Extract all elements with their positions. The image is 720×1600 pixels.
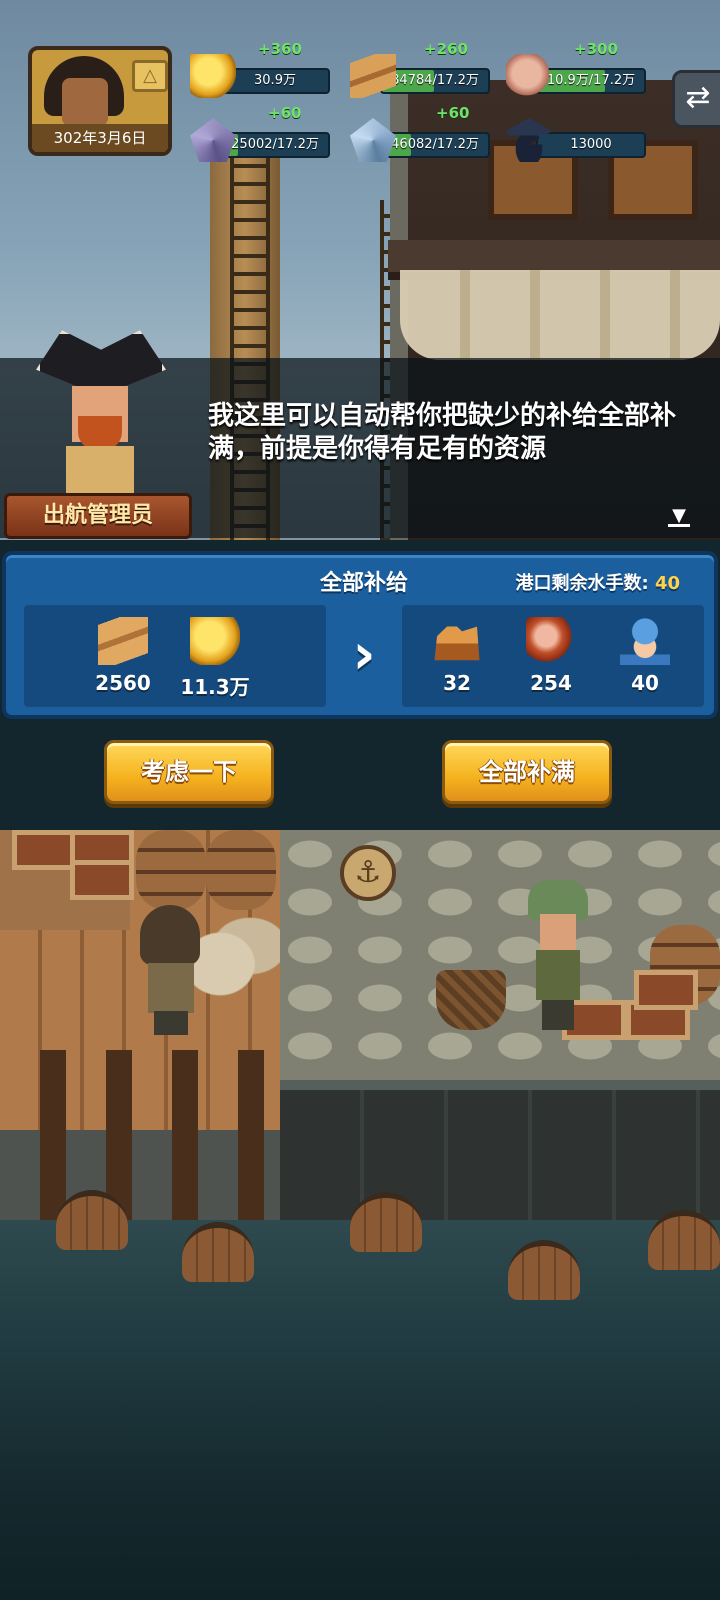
resource-value: 10.9万/17.2万 bbox=[546, 73, 636, 88]
resource-knowledge[interactable]: 13000 bbox=[506, 110, 656, 166]
sailor-count-label: 港口剩余水手数: bbox=[515, 573, 649, 594]
cost-item-wood: 2560 bbox=[78, 615, 168, 705]
coin-icon bbox=[190, 617, 240, 665]
fill-all-button[interactable]: 全部补满 bbox=[442, 740, 612, 804]
resource-coin[interactable]: +360 30.9万 bbox=[190, 40, 340, 102]
resource-value: 30.9万 bbox=[254, 73, 296, 88]
cargo-crate bbox=[70, 860, 134, 900]
resource-value: 84784/17.2万 bbox=[391, 73, 479, 88]
bearded-sailor-character[interactable] bbox=[140, 905, 210, 1035]
cargo-crate bbox=[634, 970, 698, 1010]
game-date: 302年3月6日 bbox=[32, 124, 168, 152]
fish-basket bbox=[436, 970, 506, 1030]
resource-value: 25002/17.2万 bbox=[231, 137, 319, 152]
cost-item-coin: 11.3万 bbox=[170, 615, 260, 705]
next-arrow-icon[interactable]: ▼ bbox=[668, 505, 690, 527]
resource-ice[interactable]: +60 46082/17.2万 bbox=[350, 104, 500, 166]
resource-crystal[interactable]: +60 25002/17.2万 bbox=[190, 104, 340, 166]
resource-wood[interactable]: +260 84784/17.2万 bbox=[350, 40, 500, 102]
swap-arrows-icon[interactable]: ⇄ bbox=[672, 70, 720, 128]
sailor-count-value: 40 bbox=[654, 573, 680, 594]
ham-icon bbox=[526, 617, 576, 665]
player-portrait bbox=[40, 54, 126, 130]
resource-value: 13000 bbox=[570, 137, 612, 152]
harbor-master-npc bbox=[36, 330, 176, 500]
dialog-text: 我这里可以自动帮你把缺少的补给全部补满，前提是你得有足有的资源 bbox=[208, 401, 677, 464]
gain-box: 32 254 40 bbox=[402, 605, 704, 707]
cargo-crate bbox=[12, 830, 76, 870]
cost-qty: 2560 bbox=[95, 671, 151, 695]
gain-qty: 254 bbox=[530, 671, 572, 695]
cargo-barrel bbox=[206, 830, 276, 910]
gain-item-sailor: 40 bbox=[600, 615, 690, 705]
player-avatar[interactable]: △ 302年3月6日 bbox=[28, 46, 172, 156]
wood-plank-icon bbox=[350, 54, 396, 98]
sailor-icon bbox=[620, 617, 670, 665]
resource-delta: +60 bbox=[268, 104, 302, 122]
supply-icon bbox=[434, 621, 480, 661]
resource-delta: +300 bbox=[574, 40, 618, 58]
gain-qty: 32 bbox=[443, 671, 471, 695]
cloth-awning bbox=[400, 270, 720, 360]
resource-delta: +360 bbox=[258, 40, 302, 58]
gain-qty: 40 bbox=[631, 671, 659, 695]
gain-item-supply: 32 bbox=[412, 615, 502, 705]
triangle-rank-icon[interactable]: △ bbox=[132, 60, 168, 92]
anchor-sign-icon[interactable]: ⚓ bbox=[340, 845, 396, 901]
consider-button[interactable]: 考虑一下 bbox=[104, 740, 274, 804]
supply-panel: 全部补给 港口剩余水手数: 40 2560 11.3万 › 32 254 40 bbox=[2, 551, 718, 719]
wood-plank-icon bbox=[98, 617, 148, 665]
cargo-barrel bbox=[136, 830, 206, 910]
chevron-right-icon: › bbox=[352, 622, 376, 687]
sea-water bbox=[0, 1220, 720, 1600]
meat-icon bbox=[506, 54, 552, 98]
resource-meat[interactable]: +300 10.9万/17.2万 bbox=[506, 40, 656, 102]
resource-delta: +60 bbox=[436, 104, 470, 122]
npc-name-tag: 出航管理员 bbox=[4, 493, 192, 539]
gain-item-ham: 254 bbox=[506, 615, 596, 705]
stone-dock-wall bbox=[280, 1080, 720, 1230]
cost-qty: 11.3万 bbox=[180, 675, 250, 699]
coin-icon bbox=[190, 54, 236, 98]
resource-delta: +260 bbox=[424, 40, 468, 58]
fisherman-character[interactable] bbox=[528, 880, 588, 1030]
cost-box: 2560 11.3万 bbox=[24, 605, 326, 707]
sailor-count-info: 港口剩余水手数: 40 bbox=[515, 569, 680, 595]
resource-value: 46082/17.2万 bbox=[391, 137, 479, 152]
harbor-scene-bottom: ⚓ bbox=[0, 830, 720, 1600]
